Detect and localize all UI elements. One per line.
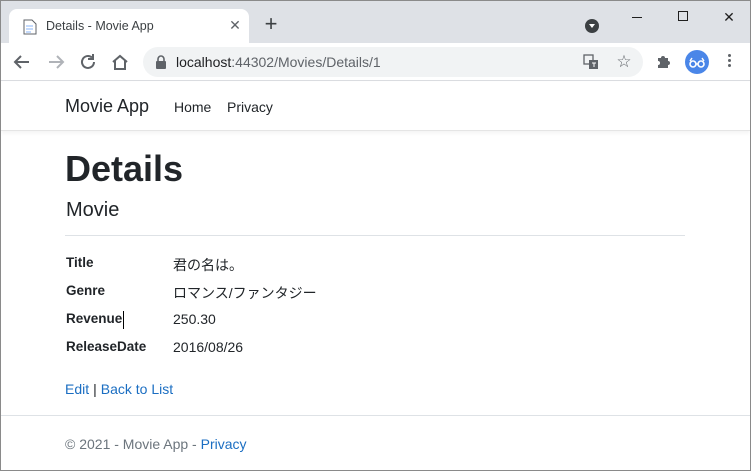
footer-copyright: © 2021 - Movie App - (65, 436, 201, 452)
document-icon (23, 19, 37, 35)
bookmark-star-icon[interactable]: ☆ (615, 53, 633, 71)
close-window-button[interactable]: ✕ (719, 7, 739, 27)
action-links: Edit | Back to List (65, 381, 173, 397)
site-navbar: Movie App Home Privacy (1, 82, 750, 131)
detail-row-title: Title 君の名は。 (65, 255, 625, 275)
new-tab-button[interactable]: + (261, 13, 281, 35)
footer-privacy-link[interactable]: Privacy (201, 436, 247, 452)
detail-value: 250.30 (173, 311, 216, 327)
site-footer: © 2021 - Movie App - Privacy (1, 415, 750, 470)
edit-link[interactable]: Edit (65, 381, 89, 397)
detail-row-releasedate: ReleaseDate 2016/08/26 (65, 339, 625, 359)
address-bar[interactable]: localhost:44302/Movies/Details/1 ☆ (143, 47, 643, 77)
tab-strip: Details - Movie App ✕ + ✕ (1, 1, 750, 43)
web-page: Movie App Home Privacy Details Movie Tit… (1, 82, 750, 470)
extensions-puzzle-icon[interactable] (655, 52, 673, 70)
detail-label: Title (66, 255, 94, 270)
page-subtitle: Movie (66, 199, 120, 221)
detail-row-revenue: Revenue 250.30 (65, 311, 625, 331)
footer-text: © 2021 - Movie App - Privacy (65, 436, 247, 452)
detail-label: Genre (66, 283, 106, 298)
tab-details[interactable]: Details - Movie App ✕ (9, 9, 249, 43)
text-cursor (123, 311, 124, 329)
detail-label: Revenue (66, 311, 123, 326)
nav-privacy-link[interactable]: Privacy (227, 99, 273, 115)
divider (65, 235, 685, 236)
profile-glasses-icon (689, 57, 705, 68)
detail-value: ロマンス/ファンタジー (173, 285, 317, 301)
profile-avatar[interactable] (685, 50, 709, 74)
tab-title: Details - Movie App (46, 19, 154, 33)
nav-home-link[interactable]: Home (174, 99, 211, 115)
page-title: Details (65, 148, 184, 189)
detail-row-genre: Genre ロマンス/ファンタジー (65, 283, 625, 303)
home-icon[interactable] (109, 51, 131, 73)
close-tab-icon[interactable]: ✕ (227, 17, 243, 33)
link-separator: | (93, 381, 97, 397)
browser-window: Details - Movie App ✕ + ✕ localhost:4430… (0, 0, 751, 471)
url-text[interactable]: localhost:44302/Movies/Details/1 (176, 54, 381, 70)
minimize-button[interactable] (627, 7, 647, 27)
brand-link[interactable]: Movie App (65, 96, 149, 117)
back-arrow-icon[interactable] (11, 51, 33, 73)
browser-toolbar: localhost:44302/Movies/Details/1 ☆ (1, 43, 750, 81)
tab-search-icon[interactable] (585, 19, 599, 33)
reload-icon[interactable] (77, 51, 99, 73)
detail-label: ReleaseDate (66, 339, 147, 354)
maximize-button[interactable] (673, 7, 693, 27)
translate-icon[interactable] (583, 54, 599, 70)
detail-value: 2016/08/26 (173, 339, 244, 355)
detail-value: 君の名は。 (173, 257, 243, 273)
lock-icon[interactable] (155, 55, 167, 69)
back-to-list-link[interactable]: Back to List (101, 381, 173, 397)
kebab-menu-icon[interactable] (721, 52, 737, 70)
forward-arrow-icon[interactable] (45, 51, 67, 73)
